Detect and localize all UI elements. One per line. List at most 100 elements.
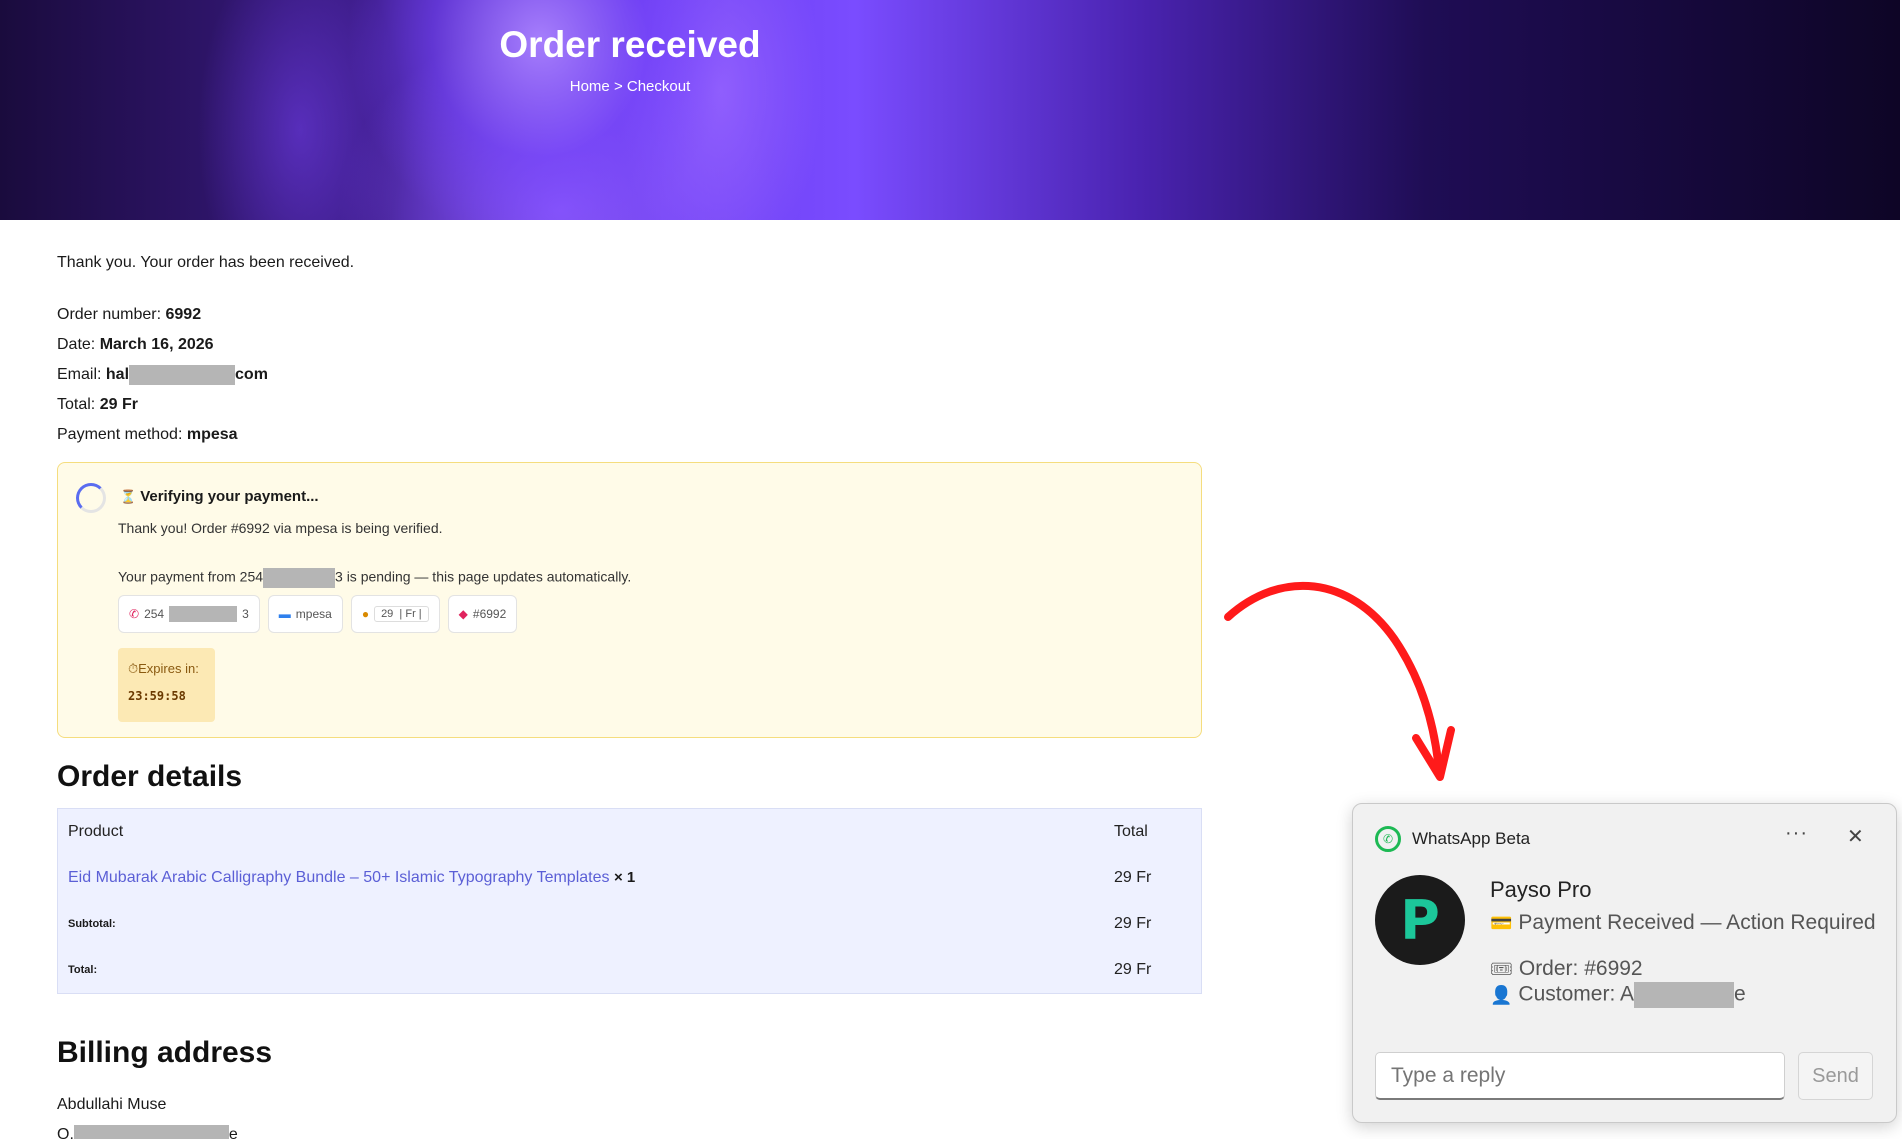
page-hero: Order received Home > Checkout (0, 0, 1900, 220)
subtotal-value: 29 Fr (1114, 915, 1152, 932)
column-header-product: Product (68, 823, 124, 840)
redaction-block (263, 568, 336, 588)
order-details-table: Product Total Eid Mubarak Arabic Calligr… (57, 808, 1202, 994)
order-email-end: com (235, 366, 268, 383)
verification-title-text: Verifying your payment... (140, 488, 319, 505)
order-email-start: hal (105, 366, 130, 383)
phone-icon: ✆ (129, 607, 140, 621)
pending-text-end: 3 is pending — this page updates automat… (335, 568, 632, 585)
product-cell: Eid Mubarak Arabic Calligraphy Bundle – … (68, 869, 1114, 887)
notification-line-3-end: e (1733, 982, 1746, 1006)
order-number-row: Order number: 6992 (57, 300, 268, 330)
order-number-label: Order number: (57, 306, 162, 323)
order-date-label: Date: (57, 336, 96, 353)
total-label: Total: (68, 964, 98, 976)
order-chip: ◆ #6992 (447, 595, 518, 633)
thank-you-message: Thank you. Your order has been received. (57, 254, 355, 271)
billing-line-2: Q. e (57, 1120, 238, 1139)
more-options-icon[interactable]: ··· (1785, 822, 1808, 845)
table-row: Eid Mubarak Arabic Calligraphy Bundle – … (68, 855, 1201, 901)
total-row: Total: 29 Fr (68, 947, 1201, 993)
notification-sender: Payso Pro (1490, 877, 1592, 902)
subtotal-label: Subtotal: (68, 918, 116, 930)
notification-line-1: 💳 Payment Received — Action Required (1490, 911, 1876, 935)
amount-currency: Fr (405, 608, 416, 620)
loading-spinner-icon (76, 483, 106, 513)
notification-line-3: 👤 Customer: A e (1490, 982, 1746, 1008)
ticket-icon: ◆ (458, 607, 468, 621)
phone-chip-end: 3 (242, 607, 249, 621)
redaction-block (169, 606, 238, 622)
close-icon[interactable]: ✕ (1847, 824, 1864, 849)
order-date-value: March 16, 2026 (99, 336, 214, 353)
money-bag-icon: ● (361, 607, 370, 621)
product-total: 29 Fr (1114, 869, 1152, 886)
card-icon: ▬ (278, 607, 291, 621)
avatar: P (1375, 875, 1465, 965)
payment-method-value: mpesa (186, 426, 238, 443)
product-quantity: × 1 (613, 869, 636, 886)
order-number-value: 6992 (165, 306, 202, 323)
order-total-row: Total: 29 Fr (57, 390, 268, 420)
notification-line-2: 🎟 Order: #6992 (1490, 957, 1643, 981)
billing-address: Abdullahi Muse Q. e (57, 1090, 238, 1139)
verification-subtitle: Thank you! Order #6992 via mpesa is bein… (118, 520, 443, 536)
payment-chips: ✆ 254 3 ▬ mpesa ● 29 | Fr | ◆ #6992 (118, 595, 518, 633)
order-total-value: 29 Fr (99, 396, 138, 413)
breadcrumb-home-link[interactable]: Home (570, 78, 610, 95)
redaction-block (129, 364, 236, 385)
expiry-label: ⏱Expires in: (128, 661, 199, 676)
billing-name: Abdullahi Muse (57, 1096, 167, 1113)
payment-method-label: Payment method: (57, 426, 183, 443)
pending-text-start: Your payment from 254 (118, 568, 264, 585)
notification-line-3-start: Customer: A (1518, 982, 1634, 1006)
order-email-label: Email: (57, 366, 102, 383)
order-date-row: Date: March 16, 2026 (57, 330, 268, 360)
hourglass-icon: ⏳ (120, 489, 137, 504)
whatsapp-icon: ✆ (1375, 826, 1401, 852)
breadcrumb-current: Checkout (626, 78, 691, 95)
phone-chip-start: 254 (144, 607, 165, 621)
redaction-block (73, 1124, 229, 1139)
order-email-row: Email: hal com (57, 360, 268, 390)
expiry-timer: ⏱Expires in: 23:59:58 (118, 648, 215, 722)
red-arrow-annotation (1224, 581, 1455, 781)
expiry-countdown: 23:59:58 (128, 689, 186, 703)
payment-method-row: Payment method: mpesa (57, 420, 268, 450)
page-title: Order received (499, 24, 761, 65)
order-total-label: Total: (57, 396, 96, 413)
phone-chip: ✆ 254 3 (118, 595, 260, 633)
reply-input[interactable] (1375, 1052, 1785, 1100)
billing-line-2-start: Q. (57, 1126, 74, 1139)
order-meta: Order number: 6992 Date: March 16, 2026 … (57, 300, 268, 450)
total-value: 29 Fr (1114, 961, 1152, 978)
whatsapp-notification: ✆ WhatsApp Beta ··· ✕ P Payso Pro 💳 Payme… (1352, 803, 1897, 1123)
user-icon: 👤 (1490, 984, 1513, 1005)
notification-line-2-text: Order: #6992 (1518, 957, 1643, 980)
method-chip: ▬ mpesa (267, 595, 343, 633)
amount-chip: ● 29 | Fr | (350, 595, 440, 633)
notification-app-name: WhatsApp Beta (1412, 829, 1531, 848)
product-link[interactable]: Eid Mubarak Arabic Calligraphy Bundle – … (68, 869, 609, 886)
breadcrumb-separator: > (613, 78, 623, 95)
payment-verification-panel: ⏳ Verifying your payment... Thank you! Or… (57, 462, 1202, 738)
subtotal-row: Subtotal: 29 Fr (68, 901, 1201, 947)
billing-line-2-end: e (228, 1126, 238, 1139)
verification-title: ⏳ Verifying your payment... (120, 488, 319, 505)
ticket-icon: 🎟 (1490, 959, 1513, 979)
verification-pending-text: Your payment from 254 3 is pending — this… (118, 568, 631, 588)
breadcrumb: Home > Checkout (0, 78, 1260, 95)
amount-value: 29 (381, 608, 394, 620)
billing-address-heading: Billing address (57, 1036, 273, 1069)
order-chip-text: #6992 (472, 607, 507, 621)
amount-box: 29 | Fr | (374, 606, 429, 622)
method-chip-text: mpesa (295, 607, 332, 621)
avatar-letter: P (1400, 888, 1440, 952)
column-header-total: Total (1114, 823, 1148, 840)
table-header-row: Product Total (68, 809, 1201, 855)
redaction-block (1633, 982, 1734, 1008)
credit-card-icon: 💳 (1490, 913, 1513, 933)
order-details-heading: Order details (57, 760, 243, 793)
notification-line-1-text: Payment Received — Action Required (1518, 911, 1876, 934)
send-button[interactable]: Send (1798, 1052, 1873, 1100)
